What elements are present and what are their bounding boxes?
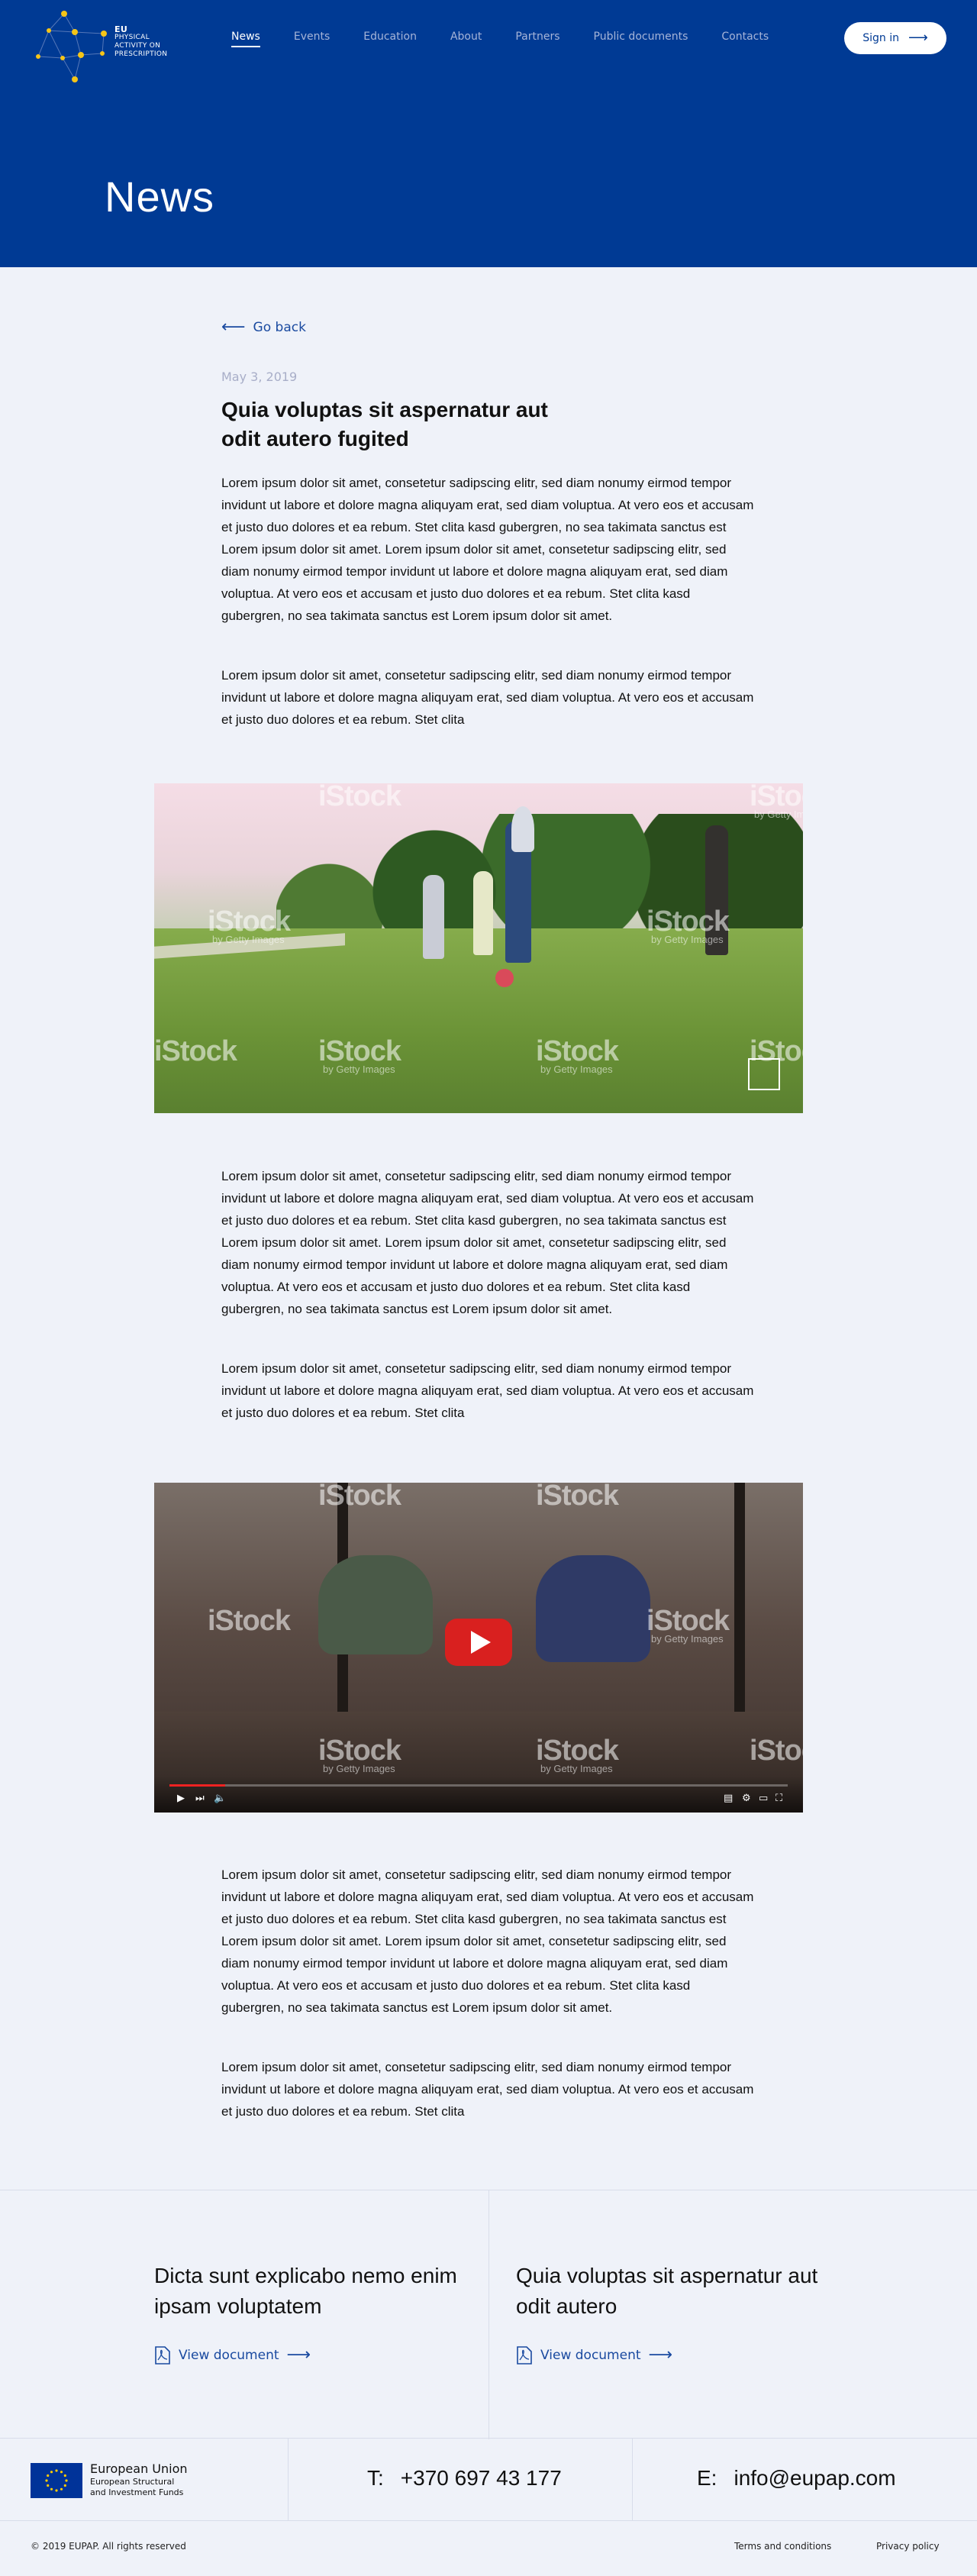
article-photo: iStock iStockby Getty Images iStockby Ge… bbox=[154, 783, 803, 1113]
watermark: iStockby Getty Images bbox=[646, 1605, 730, 1645]
watermark-sub: by Getty Images bbox=[323, 1064, 395, 1075]
watermark: iStock bbox=[536, 1483, 619, 1512]
view-document-link[interactable]: View document ⟶ bbox=[516, 2346, 852, 2365]
footer: European Union European Structural and I… bbox=[0, 2439, 977, 2521]
watermark-text: iStock bbox=[646, 905, 730, 938]
document-card: Dicta sunt explicabo nemo enim ipsam vol… bbox=[154, 2261, 490, 2365]
video-pillar bbox=[734, 1483, 745, 1735]
phone-number: +370 697 43 177 bbox=[400, 2466, 562, 2490]
watermark-text: iStock bbox=[750, 1735, 803, 1767]
watermark-sub: by Getty Images bbox=[651, 1633, 724, 1645]
article-paragraph: Lorem ipsum dolor sit amet, consetetur s… bbox=[221, 668, 754, 727]
watermark: iStockby Getty Images bbox=[536, 1035, 619, 1075]
watermark-text: iStock bbox=[536, 1735, 619, 1767]
watermark-text: iStock bbox=[208, 905, 291, 938]
watermark: iStockby Getty Images bbox=[536, 1735, 619, 1774]
watermark-text: iStock bbox=[318, 783, 401, 812]
watermark-text: iStock bbox=[208, 1605, 291, 1637]
eu-subtitle: European Structural bbox=[90, 2477, 175, 2487]
privacy-link[interactable]: Privacy policy bbox=[876, 2541, 940, 2552]
go-back-label: Go back bbox=[253, 320, 306, 335]
video-controls bbox=[154, 1776, 803, 1813]
theater-mode-icon[interactable]: ▭ bbox=[759, 1793, 768, 1805]
video-progress-fill bbox=[169, 1784, 225, 1787]
arrow-right-icon: ⟶ bbox=[648, 2345, 673, 2365]
footer-phone[interactable]: T: +370 697 43 177 bbox=[367, 2466, 562, 2490]
play-icon[interactable]: ▶ bbox=[177, 1793, 185, 1805]
subtitles-icon[interactable]: ▤ bbox=[724, 1793, 733, 1805]
settings-icon[interactable]: ⚙ bbox=[742, 1793, 751, 1805]
document-title: Quia voluptas sit aspernatur aut odit au… bbox=[516, 2264, 818, 2318]
eu-subtitle: and Investment Funds bbox=[90, 2487, 184, 2497]
document-title: Dicta sunt explicabo nemo enim ipsam vol… bbox=[154, 2264, 457, 2318]
video-person bbox=[318, 1555, 433, 1654]
watermark: iStock bbox=[154, 1035, 237, 1068]
watermark-text: iStock bbox=[318, 1483, 401, 1512]
article-title: Quia voluptas sit aspernatur aut odit au… bbox=[221, 398, 548, 450]
pdf-document-icon bbox=[517, 2346, 532, 2365]
arrow-left-icon: ⟵ bbox=[221, 318, 246, 337]
watermark-sub: by Getty Images bbox=[754, 809, 803, 820]
phone-label: T: bbox=[367, 2466, 384, 2490]
footer-divider bbox=[632, 2439, 633, 2521]
copyright: © 2019 EUPAP. All rights reserved bbox=[31, 2541, 186, 2552]
photo-figure bbox=[423, 875, 444, 959]
watermark-sub: by Getty Images bbox=[323, 1763, 395, 1774]
play-button[interactable] bbox=[445, 1619, 512, 1666]
video-player[interactable]: iStock iStock iStock iStock by Getty Imag… bbox=[154, 1483, 803, 1813]
watermark-sub: by Getty Images bbox=[540, 1763, 613, 1774]
document-card: Quia voluptas sit aspernatur aut odit au… bbox=[516, 2261, 852, 2365]
watermark-text: iStock bbox=[154, 1035, 237, 1067]
watermark: iStock bbox=[208, 1605, 291, 1638]
eu-funding-text: European Union European Structural and I… bbox=[90, 2461, 188, 2498]
watermark-text: iStock bbox=[646, 1605, 730, 1637]
expand-image-button[interactable] bbox=[748, 1058, 780, 1090]
footer-divider bbox=[288, 2439, 289, 2521]
email-label: E: bbox=[697, 2466, 717, 2490]
photo-grass bbox=[154, 928, 803, 1113]
watermark: iStockby Getty Images bbox=[208, 905, 291, 945]
video-person bbox=[536, 1555, 650, 1662]
watermark: iStockby Getty Images bbox=[750, 783, 803, 820]
article-paragraph: Lorem ipsum dolor sit amet, consetetur s… bbox=[221, 1361, 754, 1420]
eu-title: European Union bbox=[90, 2461, 188, 2476]
watermark: iStockby Getty Images bbox=[318, 1735, 401, 1774]
video-progress-bar[interactable] bbox=[169, 1784, 788, 1787]
watermark-text: iStock bbox=[318, 1035, 401, 1067]
pdf-document-icon bbox=[155, 2346, 170, 2365]
footer-email[interactable]: E: info@eupap.com bbox=[697, 2466, 896, 2490]
view-document-label: View document bbox=[179, 2348, 279, 2363]
view-document-link[interactable]: View document ⟶ bbox=[154, 2346, 490, 2365]
arrow-right-icon: ⟶ bbox=[286, 2345, 311, 2365]
photo-figure bbox=[511, 806, 534, 852]
watermark: iStock bbox=[750, 1735, 803, 1767]
article-paragraph: Lorem ipsum dolor sit amet, consetetur s… bbox=[221, 2060, 754, 2119]
watermark-text: iStock bbox=[536, 1483, 619, 1512]
watermark: iStock bbox=[318, 1483, 401, 1512]
documents-section: Dicta sunt explicabo nemo enim ipsam vol… bbox=[0, 2190, 977, 2439]
photo-figure bbox=[473, 871, 493, 955]
watermark-text: iStock bbox=[318, 1735, 401, 1767]
article-paragraph: Lorem ipsum dolor sit amet, consetetur s… bbox=[221, 476, 754, 623]
watermark-sub: by Getty Images bbox=[540, 1064, 613, 1075]
article: ⟵ Go back May 3, 2019 Quia voluptas sit … bbox=[0, 0, 977, 2576]
watermark: iStockby Getty Images bbox=[318, 1035, 401, 1075]
soccer-ball bbox=[495, 969, 514, 987]
watermark-text: iStock bbox=[536, 1035, 619, 1067]
email-address: info@eupap.com bbox=[734, 2466, 896, 2490]
terms-link[interactable]: Terms and conditions bbox=[734, 2541, 831, 2552]
watermark-sub: by Getty Images bbox=[212, 934, 285, 945]
fullscreen-icon[interactable]: ⛶ bbox=[775, 1793, 782, 1805]
view-document-label: View document bbox=[540, 2348, 641, 2363]
skip-next-icon[interactable]: ⏭ bbox=[195, 1793, 205, 1805]
article-date: May 3, 2019 bbox=[221, 370, 298, 384]
article-paragraph: Lorem ipsum dolor sit amet, consetetur s… bbox=[221, 1867, 754, 2015]
watermark: iStock bbox=[318, 783, 401, 813]
watermark-sub: by Getty Images bbox=[651, 934, 724, 945]
volume-icon[interactable]: 🔈 bbox=[214, 1793, 226, 1805]
go-back-link[interactable]: ⟵ Go back bbox=[221, 319, 306, 336]
article-paragraph: Lorem ipsum dolor sit amet, consetetur s… bbox=[221, 1169, 754, 1316]
watermark: iStockby Getty Images bbox=[646, 905, 730, 945]
eu-flag-icon bbox=[31, 2463, 82, 2498]
